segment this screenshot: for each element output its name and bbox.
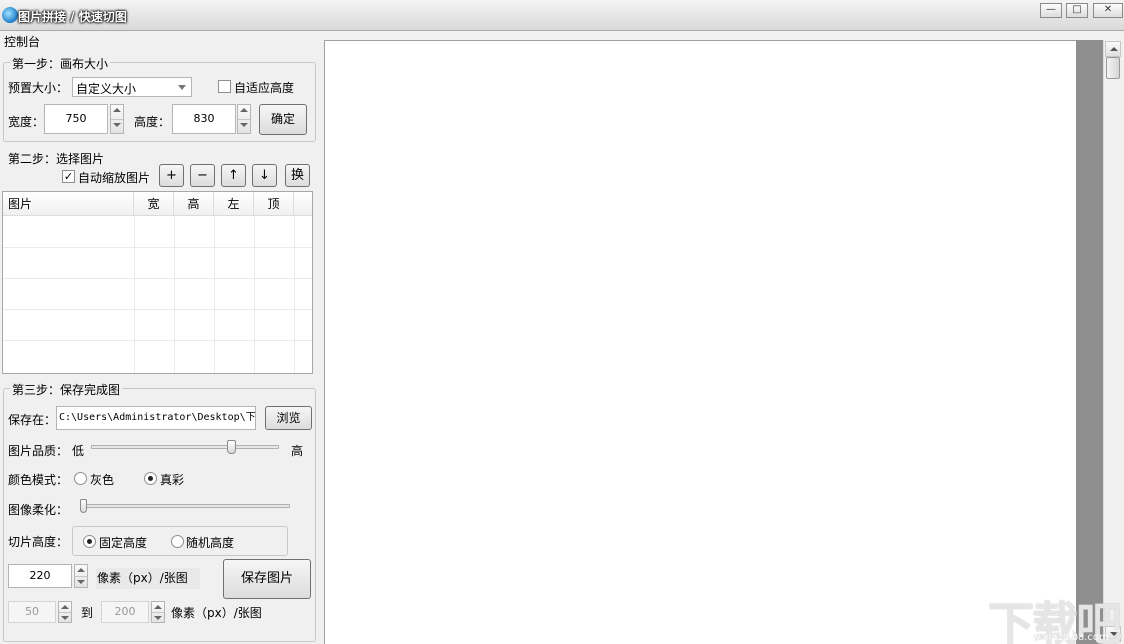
column-header-width[interactable]: 宽 (134, 192, 174, 216)
add-image-button[interactable]: + (159, 164, 184, 187)
true-color-radio-label: 真彩 (160, 473, 185, 487)
remove-image-button[interactable]: − (190, 164, 215, 187)
canvas-preview[interactable] (324, 40, 1076, 644)
chevron-down-icon (178, 85, 186, 90)
vertical-scrollbar[interactable] (1103, 40, 1121, 644)
table-header: 图片 宽 高 左 顶 (3, 192, 312, 216)
save-to-label: 保存在： (8, 413, 57, 427)
spin-down-icon[interactable] (111, 119, 123, 133)
soften-slider-thumb[interactable] (80, 499, 87, 513)
random-max-spinner[interactable] (151, 601, 165, 623)
fixed-height-radio[interactable] (83, 535, 96, 548)
canvas-background (1076, 40, 1103, 644)
preset-size-label: 预置大小： (8, 81, 69, 95)
quality-label: 图片品质： (8, 444, 69, 458)
height-spinner[interactable] (237, 104, 251, 134)
true-color-radio[interactable] (144, 472, 157, 485)
spin-up-icon[interactable] (152, 602, 164, 612)
soften-label: 图像柔化： (8, 503, 69, 517)
quality-high-label: 高 (291, 444, 304, 458)
browse-button[interactable]: 浏览 (265, 406, 312, 430)
spin-down-icon[interactable] (75, 576, 87, 587)
auto-height-label: 自适应高度 (234, 81, 295, 95)
slice-mode-box: 固定高度 随机高度 (72, 526, 288, 556)
app-logo-icon (2, 7, 18, 23)
grid-line (3, 309, 312, 310)
step1-legend: 第一步：画布大小 (10, 55, 111, 72)
grid-line (254, 216, 255, 373)
auto-zoom-checkbox[interactable]: ✓ (62, 170, 75, 183)
random-height-label: 随机高度 (186, 536, 235, 550)
height-label: 高度： (134, 115, 171, 129)
minimize-button[interactable]: — (1040, 3, 1062, 18)
spin-down-icon[interactable] (152, 612, 164, 622)
random-min-input[interactable]: 50 (8, 601, 56, 623)
window-title: 图片拼接 / 快速切图 (18, 10, 127, 24)
random-min-spinner[interactable] (58, 601, 72, 623)
scrollbar-thumb[interactable] (1106, 57, 1120, 79)
control-panel: 控制台 第一步：画布大小 预置大小： 自定义大小 自适应高度 宽度： 750 高… (0, 31, 322, 644)
spin-up-icon[interactable] (59, 602, 71, 612)
quality-low-label: 低 (72, 444, 85, 458)
grid-line (3, 278, 312, 279)
column-header-left[interactable]: 左 (214, 192, 254, 216)
step3-legend: 第三步：保存完成图 (10, 381, 123, 398)
maximize-button[interactable]: □ (1066, 3, 1088, 18)
title-bar: 图片拼接 / 快速切图 — □ ✕ (0, 0, 1124, 31)
grid-line (3, 247, 312, 248)
step1-canvas-size-group: 第一步：画布大小 预置大小： 自定义大小 自适应高度 宽度： 750 高度： 8… (3, 55, 316, 142)
grid-line (174, 216, 175, 373)
move-down-button[interactable]: ↓ (252, 164, 277, 187)
fixed-unit-label: 像素（px）/张图 (96, 568, 200, 589)
grid-line (214, 216, 215, 373)
swap-button[interactable]: 换 (285, 164, 310, 187)
move-up-button[interactable]: ↑ (221, 164, 246, 187)
spin-up-icon[interactable] (238, 105, 250, 119)
preset-size-value: 自定义大小 (76, 82, 137, 96)
scroll-up-icon[interactable] (1105, 41, 1121, 57)
random-unit-label: 像素（px）/张图 (171, 606, 262, 620)
save-image-button[interactable]: 保存图片 (223, 559, 311, 599)
step2-legend: 第二步：选择图片 (6, 150, 107, 167)
height-input[interactable]: 830 (172, 104, 236, 134)
auto-zoom-label: 自动缩放图片 (78, 171, 151, 185)
gray-radio-label: 灰色 (90, 473, 115, 487)
fixed-height-input[interactable]: 220 (8, 564, 72, 588)
grid-line (134, 216, 135, 373)
watermark-url: www.xiazaiba.com (1016, 632, 1109, 643)
soften-slider-track[interactable] (80, 504, 290, 508)
confirm-button[interactable]: 确定 (259, 104, 307, 135)
fixed-height-label: 固定高度 (99, 536, 148, 550)
spin-down-icon[interactable] (59, 612, 71, 622)
close-button[interactable]: ✕ (1093, 3, 1123, 18)
spin-down-icon[interactable] (238, 119, 250, 133)
column-header-top[interactable]: 顶 (254, 192, 294, 216)
spin-up-icon[interactable] (75, 565, 87, 576)
column-header-image[interactable]: 图片 (3, 192, 134, 216)
width-input[interactable]: 750 (44, 104, 108, 134)
preset-size-select[interactable]: 自定义大小 (72, 77, 192, 97)
image-list-table[interactable]: 图片 宽 高 左 顶 (2, 191, 313, 374)
column-header-height[interactable]: 高 (174, 192, 214, 216)
fixed-height-spinner[interactable] (74, 564, 88, 588)
grid-line (3, 340, 312, 341)
color-mode-label: 颜色模式： (8, 473, 69, 487)
gray-radio[interactable] (74, 472, 87, 485)
width-label: 宽度： (8, 115, 45, 129)
spin-up-icon[interactable] (111, 105, 123, 119)
width-spinner[interactable] (110, 104, 124, 134)
grid-line (294, 216, 295, 373)
save-path-input[interactable]: C:\Users\Administrator\Desktop\下 (56, 406, 256, 430)
quality-slider-thumb[interactable] (227, 440, 236, 454)
slice-height-label: 切片高度： (8, 535, 69, 549)
random-height-radio[interactable] (171, 535, 184, 548)
step3-save-group: 第三步：保存完成图 保存在： C:\Users\Administrator\De… (3, 381, 316, 642)
to-label: 到 (81, 606, 94, 620)
auto-height-checkbox[interactable] (218, 80, 231, 93)
console-label: 控制台 (4, 35, 41, 49)
quality-slider-track[interactable] (91, 445, 279, 449)
random-max-input[interactable]: 200 (101, 601, 149, 623)
